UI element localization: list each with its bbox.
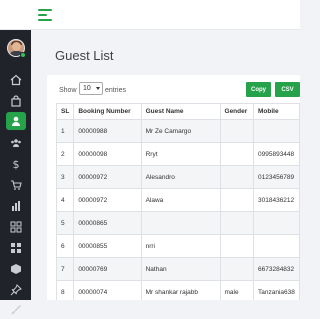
chevron-down-icon	[96, 87, 100, 90]
guest-list-card: Show 10 entries Copy CSV SL Booking Numb…	[47, 75, 300, 300]
table-cell: Alesandro	[140, 165, 221, 189]
table-cell: 5	[55, 211, 75, 235]
table-cell	[219, 119, 255, 143]
table-cell	[219, 165, 255, 189]
show-label: Show	[59, 87, 77, 94]
table-cell	[219, 257, 255, 281]
table-cell: Mr shankar rajabb	[140, 280, 221, 300]
sidebar: $	[0, 30, 31, 315]
table-cell: Nathan	[140, 257, 221, 281]
table-cell	[219, 188, 255, 212]
table-cell: 0123456789	[253, 165, 300, 189]
entries-label: entries	[105, 87, 127, 94]
table-header-row: SL Booking Number Guest Name Gender Mobi…	[55, 103, 300, 120]
table-row: 3 00000972 Alesandro 0123456789	[55, 165, 300, 189]
main-content: Guest List Show 10 entries Copy CSV SL B…	[31, 30, 300, 300]
table-cell: 00000098	[73, 142, 142, 166]
table-row: 5 00000865	[55, 211, 300, 235]
table-row: 1 00000988 Mr Ze Camargo	[55, 119, 300, 143]
table-cell: 0995893448	[253, 142, 300, 166]
shopping-bag-icon[interactable]	[6, 92, 26, 110]
table-cell: 3	[55, 165, 75, 189]
table-cell	[253, 211, 300, 235]
table-cell: 6673284832	[253, 257, 300, 281]
table-row: 8 00000074 Mr shankar rajabb male Tanzan…	[55, 280, 300, 300]
table-cell: 00000769	[73, 257, 142, 281]
table-cell	[253, 119, 300, 143]
table-row: 7 00000769 Nathan 6673284832	[55, 257, 300, 281]
column-header-gender[interactable]: Gender	[219, 103, 255, 120]
guest-table: SL Booking Number Guest Name Gender Mobi…	[55, 103, 300, 300]
table-cell: 7	[55, 257, 75, 281]
table-cell: 4	[55, 188, 75, 212]
table-cell: 8	[55, 280, 75, 300]
table-row: 6 00000855 nrri	[55, 234, 300, 258]
table-cell: nrri	[140, 234, 221, 258]
pin-icon[interactable]	[6, 281, 26, 299]
menu-toggle-icon[interactable]	[38, 9, 52, 21]
column-header-sl[interactable]: SL	[55, 103, 75, 120]
table-cell: Mr Ze Camargo	[140, 119, 221, 143]
table-cell: 2	[55, 142, 75, 166]
table-row: 4 00000972 Alawa 3018436212	[55, 188, 300, 212]
brush-icon[interactable]	[6, 301, 26, 319]
box-icon[interactable]	[6, 260, 26, 278]
table-cell	[253, 234, 300, 258]
table-cell: 3018436212	[253, 188, 300, 212]
svg-text:$: $	[13, 158, 20, 170]
table-cell: 00000074	[73, 280, 142, 300]
table-cell: 00000988	[73, 119, 142, 143]
online-status-indicator	[20, 52, 26, 58]
table-cell: Tanzania638	[253, 280, 300, 300]
table-cell: male	[219, 280, 255, 300]
users-icon[interactable]	[6, 134, 26, 152]
table-cell	[219, 234, 255, 258]
csv-button[interactable]: CSV	[275, 82, 300, 97]
table-cell: 00000865	[73, 211, 142, 235]
table-cell: 00000972	[73, 188, 142, 212]
dollar-icon[interactable]: $	[6, 155, 26, 173]
table-row: 2 00000098 Rryt 0995893448	[55, 142, 300, 166]
table-cell: 6	[55, 234, 75, 258]
table-cell: 1	[55, 119, 75, 143]
page-title: Guest List	[55, 48, 114, 63]
table-cell: Alawa	[140, 188, 221, 212]
copy-button[interactable]: Copy	[246, 82, 271, 97]
column-header-guest-name[interactable]: Guest Name	[140, 103, 221, 120]
table-cell: 00000855	[73, 234, 142, 258]
table-cell: Rryt	[140, 142, 221, 166]
table-cell: 00000972	[73, 165, 142, 189]
table-cell	[140, 211, 221, 235]
entries-select[interactable]: 10	[79, 82, 103, 95]
user-icon[interactable]	[6, 112, 26, 130]
top-bar	[0, 0, 300, 30]
grid-icon[interactable]	[6, 218, 26, 236]
column-header-booking-number[interactable]: Booking Number	[73, 103, 142, 120]
home-icon[interactable]	[6, 71, 26, 89]
bar-chart-icon[interactable]	[6, 197, 26, 215]
column-header-mobile[interactable]: Mobile	[253, 103, 300, 120]
table-cell	[219, 211, 255, 235]
cart-icon[interactable]	[6, 176, 26, 194]
apps-icon[interactable]	[6, 239, 26, 257]
table-cell	[219, 142, 255, 166]
